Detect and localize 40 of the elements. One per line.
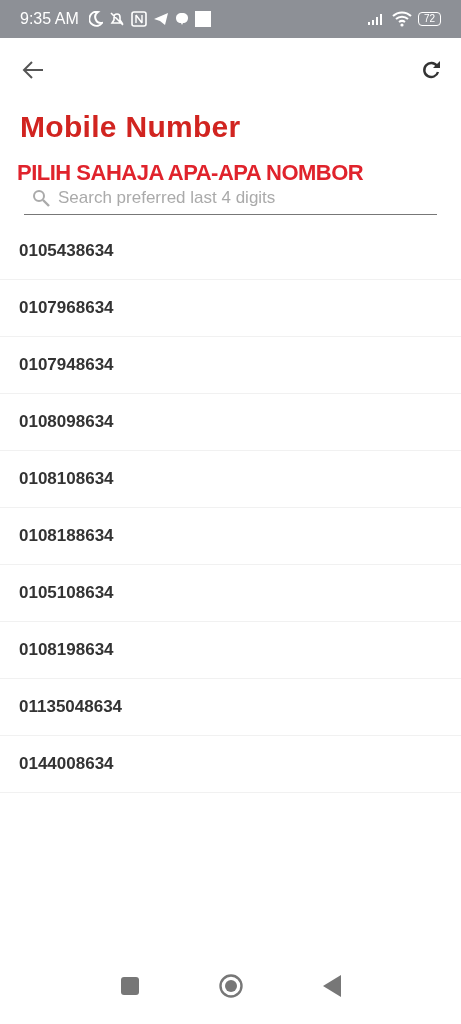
phone-number: 0108198634 [19, 640, 114, 660]
phone-number: 0108188634 [19, 526, 114, 546]
back-arrow-icon [22, 60, 44, 80]
nfc-icon [130, 11, 147, 27]
moon-icon [88, 11, 103, 27]
recents-button[interactable] [120, 977, 139, 995]
instruction-text: PILIH SAHAJA APA-APA NOMBOR [17, 160, 365, 186]
refresh-button[interactable] [421, 60, 441, 80]
number-row[interactable]: 0105438634 [0, 223, 461, 280]
home-button[interactable] [218, 974, 243, 998]
number-row[interactable]: 0107948634 [0, 337, 461, 394]
bell-off-icon [108, 11, 125, 27]
status-time: 9:35 AM [20, 10, 79, 28]
phone-number: 0108098634 [19, 412, 114, 432]
search-icon [32, 189, 50, 207]
refresh-icon [421, 60, 441, 80]
wifi-icon [391, 11, 412, 27]
number-row[interactable]: 0108188634 [0, 508, 461, 565]
number-row[interactable]: 0108108634 [0, 451, 461, 508]
phone-number: 01135048634 [19, 697, 123, 717]
number-row[interactable]: 0105108634 [0, 565, 461, 622]
phone-number: 0105108634 [19, 583, 114, 603]
page-title: Mobile Number [20, 110, 242, 144]
number-row[interactable]: 0144008634 [0, 736, 461, 793]
phone-number: 0108108634 [19, 469, 114, 489]
number-row[interactable]: 0108098634 [0, 394, 461, 451]
phone-number: 0107968634 [19, 298, 114, 318]
back-nav-button[interactable] [322, 975, 341, 997]
chat-icon [174, 12, 189, 26]
phone-number: 0107948634 [19, 355, 114, 375]
number-row[interactable]: 0107968634 [0, 280, 461, 337]
phone-number: 0105438634 [19, 241, 114, 261]
number-row[interactable]: 01135048634 [0, 679, 461, 736]
number-row[interactable]: 0108198634 [0, 622, 461, 679]
search-field[interactable]: Search preferred last 4 digits [24, 186, 437, 215]
back-button[interactable] [22, 60, 44, 80]
battery-level: 72 [417, 12, 441, 26]
paper-plane-icon [152, 12, 169, 26]
square-icon [194, 11, 211, 27]
phone-number: 0144008634 [19, 754, 114, 774]
